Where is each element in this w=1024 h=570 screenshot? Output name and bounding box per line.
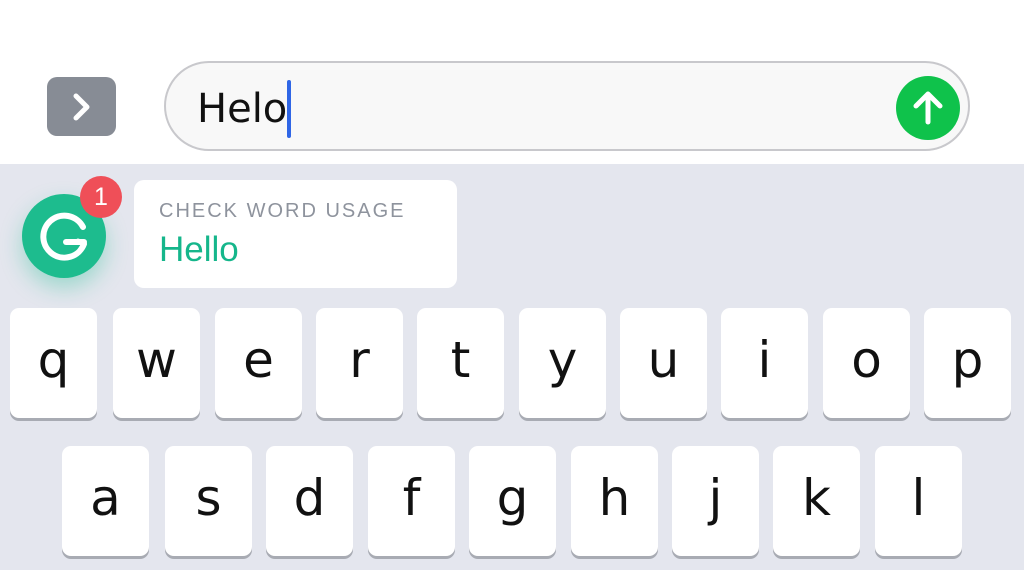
key-o[interactable]: o	[823, 308, 910, 418]
suggestion-word[interactable]: Hello	[159, 230, 239, 270]
key-h[interactable]: h	[571, 446, 658, 556]
key-q[interactable]: q	[10, 308, 97, 418]
alert-count-badge: 1	[80, 176, 122, 218]
chevron-right-icon	[73, 93, 89, 120]
text-caret	[287, 80, 292, 138]
message-input[interactable]: Helo	[164, 61, 970, 151]
key-f[interactable]: f	[368, 446, 455, 556]
key-r[interactable]: r	[316, 308, 403, 418]
expand-apps-button[interactable]	[47, 77, 116, 136]
key-u[interactable]: u	[620, 308, 707, 418]
suggestion-heading: CHECK WORD USAGE	[159, 200, 406, 222]
grammarly-g-icon	[40, 212, 87, 261]
key-w[interactable]: w	[113, 308, 200, 418]
message-input-text: Helo	[197, 86, 288, 132]
key-i[interactable]: i	[721, 308, 808, 418]
key-e[interactable]: e	[215, 308, 302, 418]
send-button[interactable]	[896, 76, 960, 140]
key-p[interactable]: p	[924, 308, 1011, 418]
key-t[interactable]: t	[417, 308, 504, 418]
key-l[interactable]: l	[875, 446, 962, 556]
key-j[interactable]: j	[672, 446, 759, 556]
key-d[interactable]: d	[266, 446, 353, 556]
key-y[interactable]: y	[519, 308, 606, 418]
key-s[interactable]: s	[165, 446, 252, 556]
key-k[interactable]: k	[773, 446, 860, 556]
suggestion-card[interactable]: CHECK WORD USAGE Hello	[134, 180, 457, 288]
key-a[interactable]: a	[62, 446, 149, 556]
arrow-up-icon	[913, 91, 943, 125]
key-g[interactable]: g	[469, 446, 556, 556]
